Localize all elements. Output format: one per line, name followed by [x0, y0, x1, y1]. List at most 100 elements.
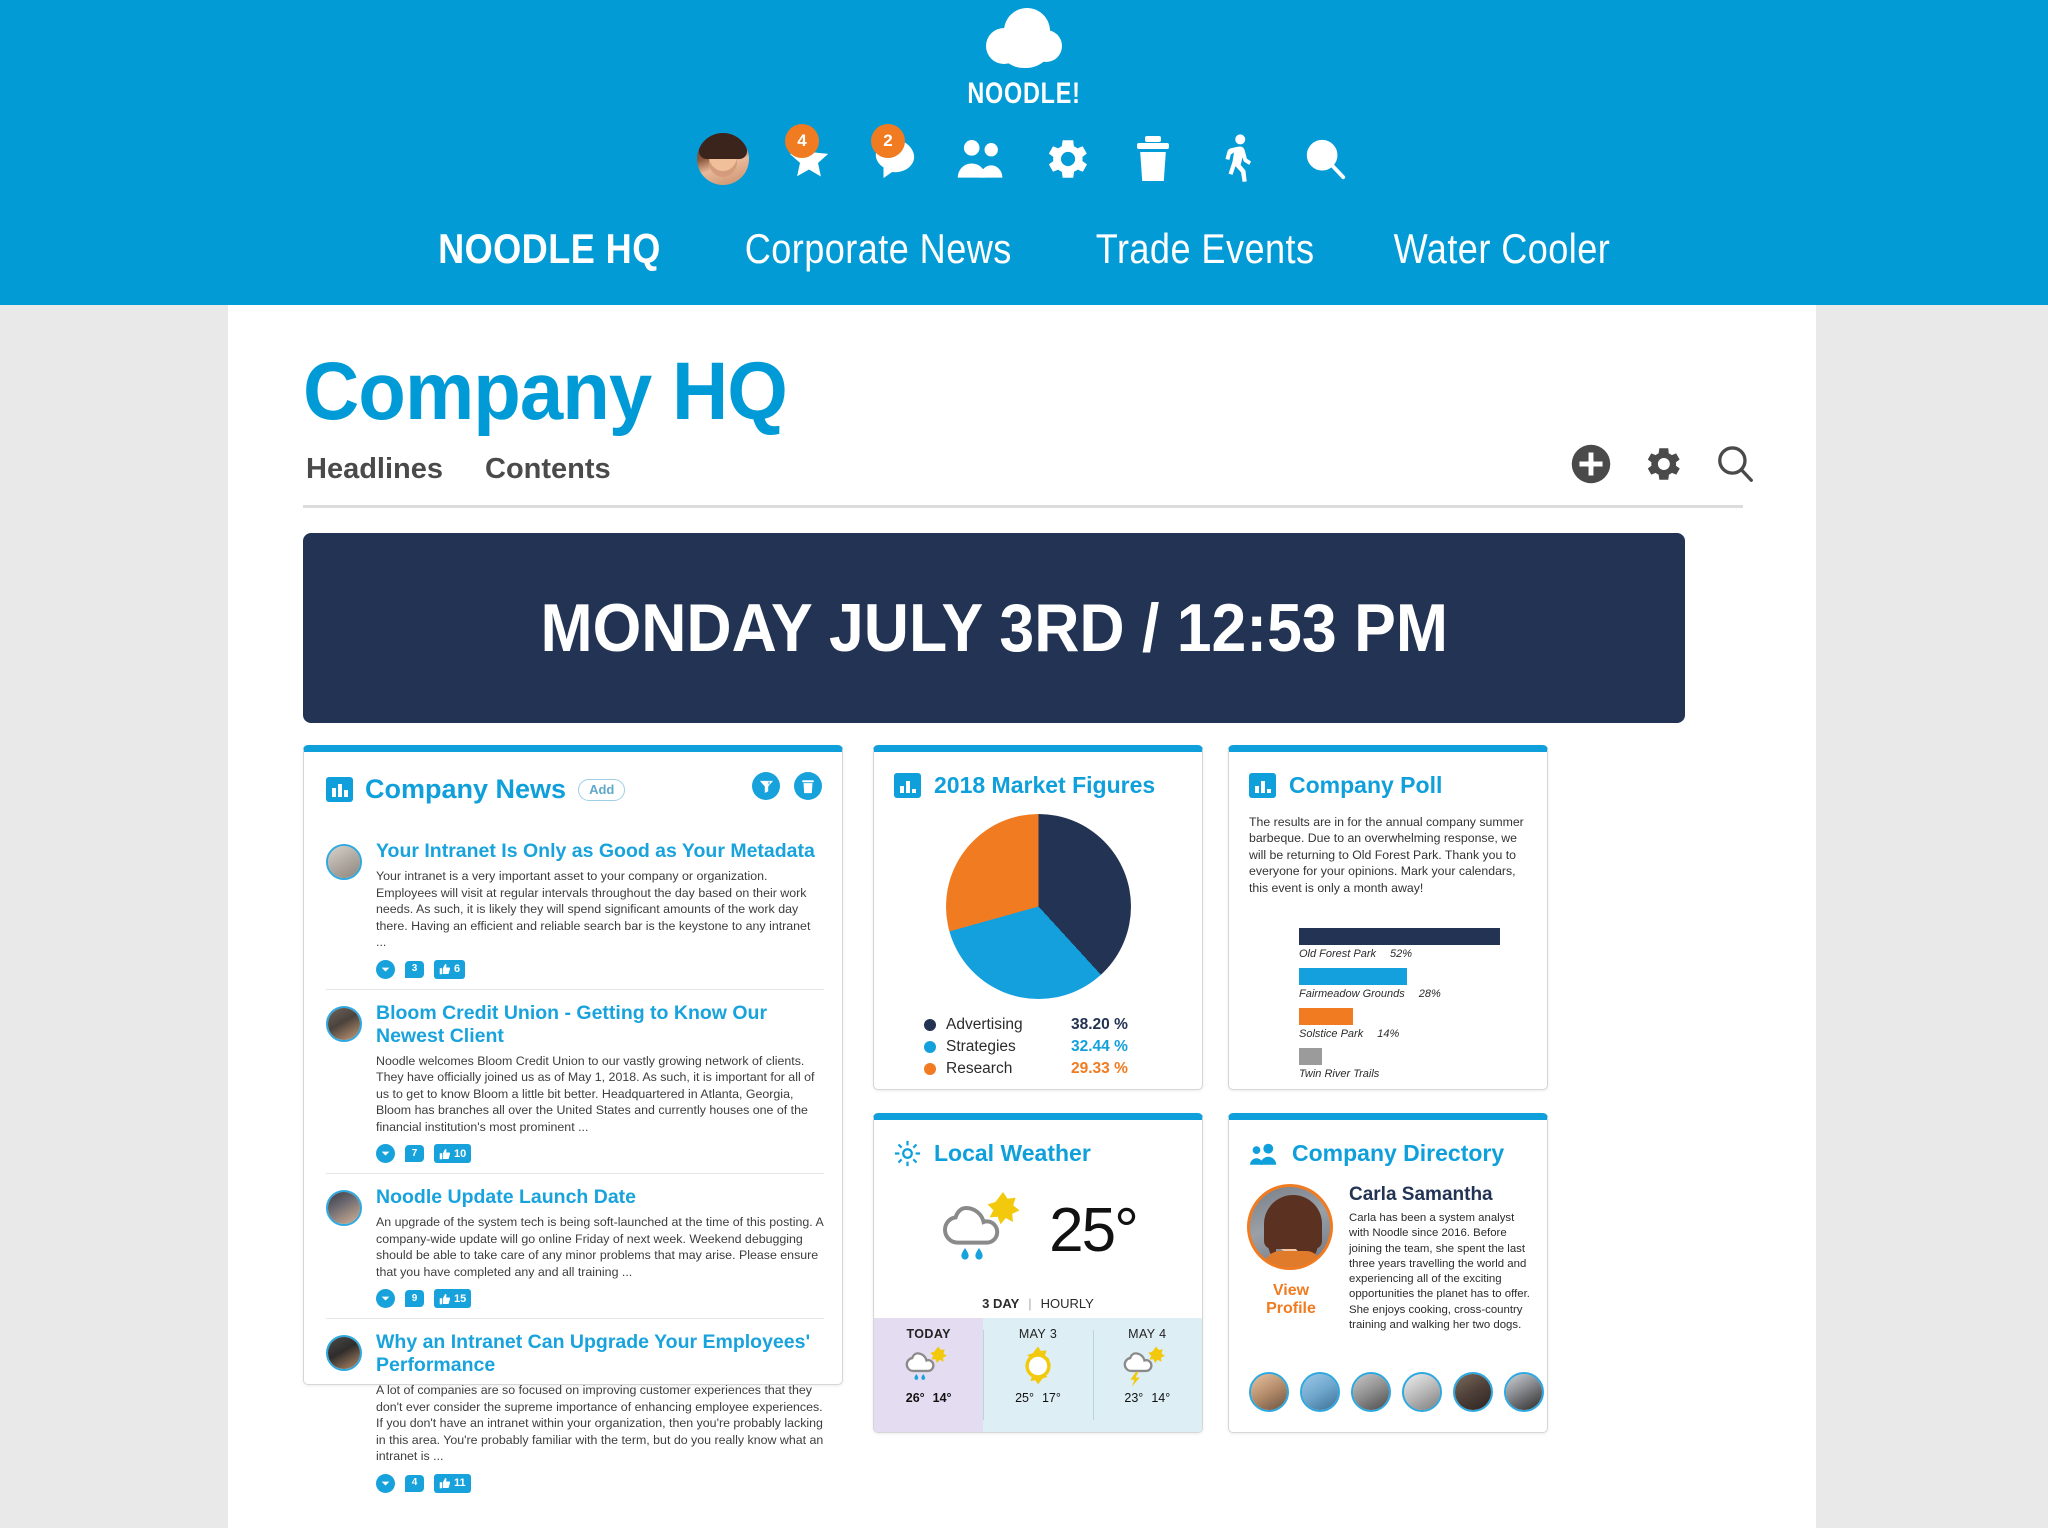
forecast-temps: 26° 14° — [902, 1391, 956, 1405]
like-button[interactable]: 15 — [434, 1289, 472, 1308]
nav-item-trade-events[interactable]: Trade Events — [1095, 225, 1314, 273]
news-item-title[interactable]: Bloom Credit Union - Getting to Know Our… — [376, 1002, 824, 1048]
star-badge: 4 — [785, 124, 819, 158]
nav-item-noodle-hq[interactable]: NOODLE HQ — [438, 225, 661, 273]
sun-icon — [894, 1140, 921, 1167]
comment-count-value: 4 — [411, 1477, 418, 1488]
comment-count[interactable]: 7 — [405, 1145, 424, 1162]
main-nav: NOODLE HQ Corporate News Trade Events Wa… — [0, 225, 2048, 273]
expand-icon[interactable] — [376, 1144, 395, 1163]
newspaper-icon — [326, 777, 353, 802]
forecast-low: 17° — [1041, 1391, 1061, 1405]
market-figures-card: 2018 Market Figures Advertising 38.20 % … — [873, 745, 1203, 1090]
forecast-low: 14° — [1151, 1391, 1171, 1405]
avatar[interactable] — [1504, 1372, 1544, 1412]
settings-button[interactable] — [1642, 443, 1684, 485]
chat-badge: 2 — [871, 124, 905, 158]
comment-count[interactable]: 4 — [405, 1474, 424, 1492]
forecast-day[interactable]: TODAY 26° 14° — [874, 1318, 984, 1432]
news-item-title[interactable]: Why an Intranet Can Upgrade Your Employe… — [376, 1331, 824, 1377]
page-actions — [1570, 443, 1756, 485]
comment-count[interactable]: 3 — [405, 960, 424, 978]
company-news-card: Company News Add x Your Intranet Is Only… — [303, 745, 843, 1493]
nav-item-water-cooler[interactable]: Water Cooler — [1393, 225, 1610, 273]
legend-item: Advertising 38.20 % — [924, 1014, 1128, 1036]
avatar[interactable] — [1453, 1372, 1493, 1412]
title-divider — [303, 505, 1743, 508]
poll-option-pct: 28% — [1418, 988, 1441, 1000]
page-title: Company HQ — [303, 346, 788, 437]
brand-logo[interactable]: NOODLE! — [0, 8, 2048, 111]
rain-sun-icon — [939, 1182, 1039, 1279]
avatar[interactable] — [1249, 1372, 1289, 1412]
company-poll-card: Company Poll The results are in for the … — [1228, 745, 1548, 1090]
company-poll-text: The results are in for the annual compan… — [1249, 815, 1524, 895]
filter-icon[interactable]: x — [752, 772, 780, 800]
company-news-title: Company News — [365, 774, 567, 804]
company-poll-title: Company Poll — [1289, 772, 1443, 798]
poll-option-pct: 52% — [1390, 948, 1413, 960]
company-directory-header: Company Directory — [1249, 1140, 1504, 1167]
avatar[interactable] — [1300, 1372, 1340, 1412]
svg-text:x: x — [767, 780, 770, 786]
market-legend: Advertising 38.20 % Strategies 32.44 % R… — [924, 1014, 1128, 1080]
forecast-low: 14° — [932, 1391, 952, 1405]
like-button[interactable]: 6 — [434, 959, 466, 979]
local-weather-title: Local Weather — [934, 1140, 1091, 1166]
like-button[interactable]: 11 — [434, 1473, 471, 1493]
nav-item-corporate-news[interactable]: Corporate News — [745, 225, 1012, 273]
news-item-meta: 4 11 — [376, 1473, 824, 1493]
forecast-day-name: MAY 4 — [1128, 1327, 1167, 1341]
people-icon — [1250, 1143, 1277, 1165]
weather-toggle-3day[interactable]: 3 DAY — [982, 1296, 1019, 1311]
news-item-text: Noodle welcomes Bloom Credit Union to ou… — [376, 1053, 815, 1134]
forecast-day[interactable]: MAY 4 23° 14° — [1092, 1318, 1202, 1432]
tab-contents[interactable]: Contents — [485, 453, 611, 486]
legend-swatch — [924, 1063, 936, 1075]
view-profile-link[interactable]: View Profile — [1247, 1282, 1335, 1318]
avatar — [326, 844, 362, 880]
add-button[interactable] — [1570, 443, 1612, 485]
comment-count[interactable]: 9 — [405, 1290, 424, 1307]
news-item: Your Intranet Is Only as Good as Your Me… — [326, 828, 824, 990]
search-icon[interactable] — [1295, 128, 1355, 190]
add-news-button[interactable]: Add — [578, 778, 626, 801]
like-button[interactable]: 10 — [434, 1144, 472, 1163]
weather-forecast: TODAY 26° 14° MAY 3 25° 17° MAY 4 23° 14… — [874, 1318, 1202, 1432]
trash-icon[interactable] — [794, 772, 822, 800]
avatar[interactable] — [1351, 1372, 1391, 1412]
poll-option-pct: 14% — [1377, 1028, 1400, 1040]
expand-icon[interactable] — [376, 1473, 395, 1493]
cloud-icon — [982, 8, 1066, 70]
weather-toggle-hourly[interactable]: HOURLY — [1041, 1296, 1094, 1311]
expand-icon[interactable] — [376, 959, 395, 979]
pie-slices — [945, 814, 1131, 999]
directory-profile: View Profile Carla Samantha Carla has be… — [1247, 1184, 1533, 1333]
comment-count-value: 7 — [411, 1147, 418, 1159]
walking-person-icon[interactable] — [1209, 128, 1269, 190]
people-icon[interactable] — [951, 128, 1011, 190]
weather-current: 25° — [874, 1182, 1202, 1279]
legend-item: Strategies 32.44 % — [924, 1036, 1128, 1058]
star-icon[interactable]: 4 — [779, 124, 839, 190]
company-poll-bars: Old Forest Park 52% Fairmeadow Grounds 28%… — [1299, 928, 1533, 1088]
gear-icon[interactable] — [1037, 128, 1097, 190]
avatar — [326, 1335, 362, 1371]
user-avatar[interactable] — [693, 128, 753, 190]
news-item-title[interactable]: Noodle Update Launch Date — [376, 1186, 824, 1209]
poll-bar-label: Fairmeadow Grounds 28% — [1299, 988, 1533, 1000]
news-item-text: An upgrade of the system tech is being s… — [376, 1215, 824, 1279]
avatar[interactable] — [1402, 1372, 1442, 1412]
forecast-day[interactable]: MAY 3 25° 17° — [983, 1318, 1093, 1432]
expand-icon[interactable] — [376, 1289, 395, 1308]
trash-icon[interactable] — [1123, 128, 1183, 190]
poll-option-name: Solstice Park — [1299, 1028, 1364, 1040]
news-item: Bloom Credit Union - Getting to Know Our… — [326, 990, 824, 1174]
tab-headlines[interactable]: Headlines — [306, 453, 443, 486]
rain-sun-icon — [899, 1343, 959, 1389]
chat-bubble-icon[interactable]: 2 — [865, 124, 925, 190]
news-item-title[interactable]: Your Intranet Is Only as Good as Your Me… — [376, 840, 824, 863]
comment-count-value: 9 — [411, 1292, 418, 1304]
storm-sun-icon — [1117, 1343, 1177, 1389]
search-button[interactable] — [1714, 443, 1756, 485]
